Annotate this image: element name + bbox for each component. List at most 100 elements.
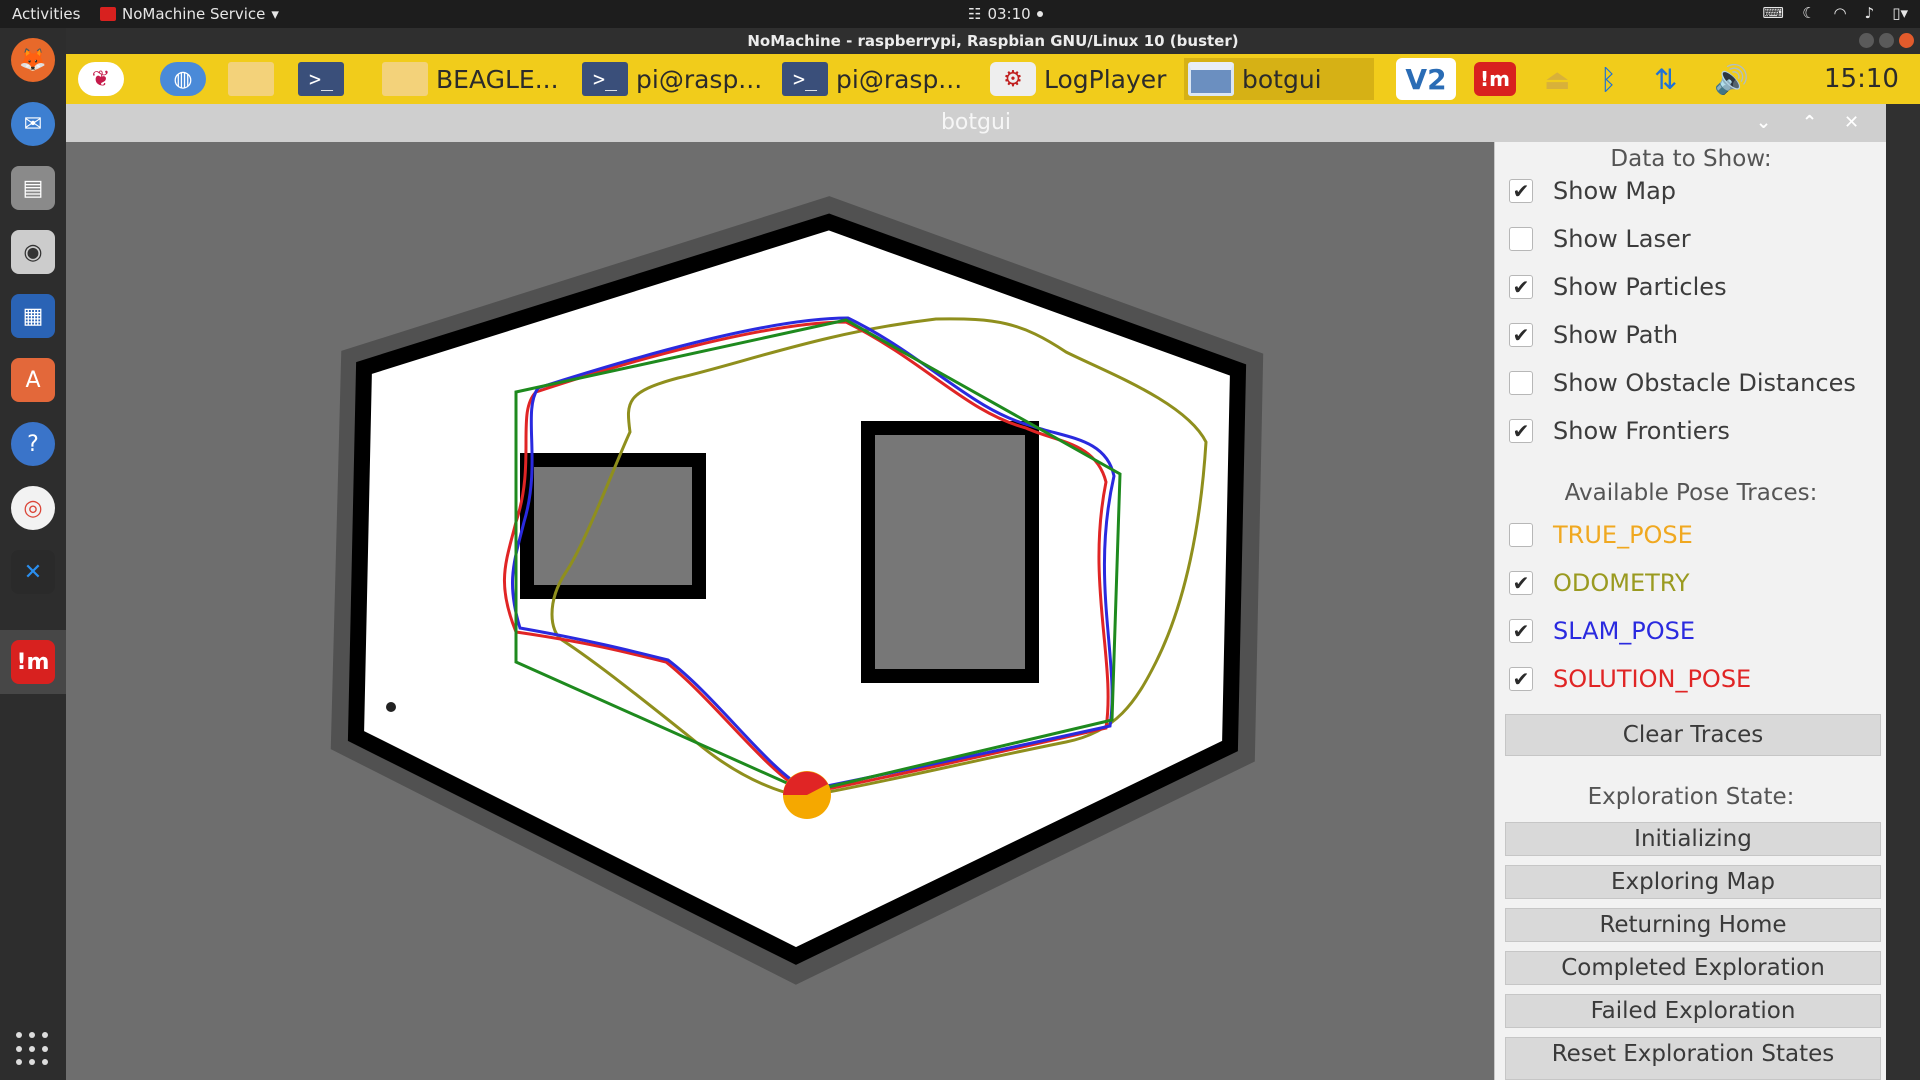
- occupancy-map-view[interactable]: [66, 142, 1494, 1080]
- logplayer-icon: ⚙: [990, 62, 1036, 96]
- botgui-window: botgui ⌄ ⌃ ✕ Data to Show: ✔ Show Map Sh…: [66, 104, 1886, 1080]
- software-icon[interactable]: A: [11, 358, 55, 402]
- night-light-icon[interactable]: ☾: [1802, 4, 1815, 22]
- checkmark-icon: ✔: [1512, 419, 1530, 443]
- file-manager-launcher[interactable]: [224, 58, 278, 100]
- trace-odometry[interactable]: ✔ ODOMETRY: [1509, 565, 1690, 601]
- web-browser-launcher[interactable]: ◍: [156, 58, 210, 100]
- state-initializing[interactable]: Initializing: [1505, 822, 1881, 856]
- checkmark-icon: ✔: [1512, 571, 1530, 595]
- close-icon[interactable]: ✕: [1844, 104, 1859, 142]
- window-controls: [1859, 33, 1914, 48]
- option-label: Show Laser: [1553, 225, 1691, 253]
- checkbox[interactable]: ✔: [1509, 619, 1533, 643]
- chevron-down-icon[interactable]: ⌄: [1756, 104, 1771, 142]
- trace-slam-pose[interactable]: ✔ SLAM_POSE: [1509, 613, 1695, 649]
- app-menu[interactable]: NoMachine Service ▾: [100, 5, 279, 23]
- nomachine-tray[interactable]: !m: [1474, 58, 1516, 100]
- terminal-icon: >_: [782, 62, 828, 96]
- chevron-up-icon[interactable]: ⌃: [1802, 104, 1817, 142]
- task-label: LogPlayer: [1044, 64, 1167, 94]
- firefox-icon[interactable]: 🦊: [11, 38, 55, 82]
- globe-icon: ◍: [160, 62, 206, 96]
- checkmark-icon: ✔: [1512, 667, 1530, 691]
- task-terminal-2[interactable]: >_ pi@rasp...: [778, 58, 966, 100]
- battery-icon[interactable]: ▯▾: [1892, 4, 1908, 22]
- show-applications-icon[interactable]: [16, 1032, 50, 1066]
- activities-button[interactable]: Activities: [12, 5, 80, 23]
- terminal-icon: >_: [582, 62, 628, 96]
- task-folder[interactable]: BEAGLE...: [378, 58, 563, 100]
- checkbox[interactable]: ✔: [1509, 179, 1533, 203]
- option-show-laser[interactable]: Show Laser: [1509, 221, 1691, 257]
- terminal-launcher[interactable]: >_: [294, 58, 348, 100]
- volume-icon[interactable]: 🔊: [1714, 58, 1749, 100]
- reset-exploration-states-button[interactable]: Reset Exploration States: [1505, 1037, 1881, 1080]
- vnc-tray[interactable]: V2: [1396, 58, 1456, 100]
- volume-icon[interactable]: ♪: [1865, 4, 1875, 22]
- top-clock[interactable]: ☷ 03:10: [968, 5, 1043, 23]
- option-show-particles[interactable]: ✔ Show Particles: [1509, 269, 1727, 305]
- checkbox[interactable]: ✔: [1509, 419, 1533, 443]
- keyboard-icon[interactable]: ⌨: [1762, 4, 1784, 22]
- bluetooth-icon[interactable]: ᛒ: [1600, 58, 1617, 100]
- ubuntu-dock: 🦊 ✉ ▤ ◉ ▦ A ? ◎ ✕ !m: [0, 28, 66, 1080]
- app-menu-label: NoMachine Service: [122, 5, 266, 23]
- panel-clock[interactable]: 15:10: [1824, 58, 1899, 100]
- raspberry-menu-button[interactable]: ❦: [74, 58, 128, 100]
- state-completed-exploration[interactable]: Completed Exploration: [1505, 951, 1881, 985]
- task-terminal-1[interactable]: >_ pi@rasp...: [578, 58, 766, 100]
- trace-solution-pose[interactable]: ✔ SOLUTION_POSE: [1509, 661, 1751, 697]
- option-show-frontiers[interactable]: ✔ Show Frontiers: [1509, 413, 1730, 449]
- state-failed-exploration[interactable]: Failed Exploration: [1505, 994, 1881, 1028]
- checkbox[interactable]: [1509, 371, 1533, 395]
- nomachine-window: NoMachine - raspberrypi, Raspbian GNU/Li…: [66, 28, 1920, 1080]
- thunderbird-icon[interactable]: ✉: [11, 102, 55, 146]
- maximize-icon[interactable]: [1879, 33, 1894, 48]
- checkbox[interactable]: ✔: [1509, 323, 1533, 347]
- chrome-icon[interactable]: ◎: [11, 486, 55, 530]
- checkbox[interactable]: ✔: [1509, 275, 1533, 299]
- system-tray[interactable]: ⌨ ☾ ◠ ♪ ▯▾: [1762, 4, 1908, 22]
- rhythmbox-icon[interactable]: ◉: [11, 230, 55, 274]
- wifi-icon[interactable]: ◠: [1834, 4, 1847, 22]
- option-show-obstacle-distances[interactable]: Show Obstacle Distances: [1509, 365, 1856, 401]
- clear-traces-button[interactable]: Clear Traces: [1505, 714, 1881, 756]
- help-icon[interactable]: ?: [11, 422, 55, 466]
- files-icon[interactable]: ▤: [11, 166, 55, 210]
- task-label: pi@rasp...: [636, 64, 763, 94]
- close-icon[interactable]: [1899, 33, 1914, 48]
- nomachine-icon: !m: [1474, 62, 1516, 96]
- trace-label: SLAM_POSE: [1553, 617, 1696, 645]
- trace-true-pose[interactable]: TRUE_POSE: [1509, 517, 1693, 553]
- state-returning-home[interactable]: Returning Home: [1505, 908, 1881, 942]
- task-label: pi@rasp...: [836, 64, 963, 94]
- writer-icon[interactable]: ▦: [11, 294, 55, 338]
- checkbox[interactable]: [1509, 227, 1533, 251]
- notification-dot-icon: [1036, 11, 1043, 17]
- botgui-title: botgui: [940, 110, 1012, 135]
- option-show-map[interactable]: ✔ Show Map: [1509, 173, 1676, 209]
- botgui-titlebar[interactable]: botgui ⌄ ⌃ ✕: [66, 104, 1886, 142]
- map-canvas: [330, 196, 1264, 985]
- task-botgui[interactable]: botgui: [1184, 58, 1374, 100]
- minimize-icon[interactable]: [1859, 33, 1874, 48]
- checkbox[interactable]: ✔: [1509, 667, 1533, 691]
- state-exploring-map[interactable]: Exploring Map: [1505, 865, 1881, 899]
- task-logplayer[interactable]: ⚙ LogPlayer: [986, 58, 1170, 100]
- task-label: botgui: [1242, 64, 1322, 94]
- folder-icon: [228, 62, 274, 96]
- option-label: Show Frontiers: [1553, 417, 1730, 445]
- nomachine-dock-icon[interactable]: !m: [11, 640, 55, 684]
- nomachine-titlebar[interactable]: NoMachine - raspberrypi, Raspbian GNU/Li…: [66, 28, 1920, 54]
- nomachine-title: NoMachine - raspberrypi, Raspbian GNU/Li…: [747, 32, 1239, 50]
- vscode-icon[interactable]: ✕: [11, 550, 55, 594]
- eject-icon[interactable]: ⏏: [1544, 58, 1570, 100]
- option-label: Show Map: [1553, 177, 1677, 205]
- checkbox[interactable]: ✔: [1509, 571, 1533, 595]
- terminal-icon: >_: [298, 62, 344, 96]
- frontier-point: [386, 702, 396, 712]
- network-icon[interactable]: ⇅: [1654, 58, 1677, 100]
- checkbox[interactable]: [1509, 523, 1533, 547]
- option-show-path[interactable]: ✔ Show Path: [1509, 317, 1678, 353]
